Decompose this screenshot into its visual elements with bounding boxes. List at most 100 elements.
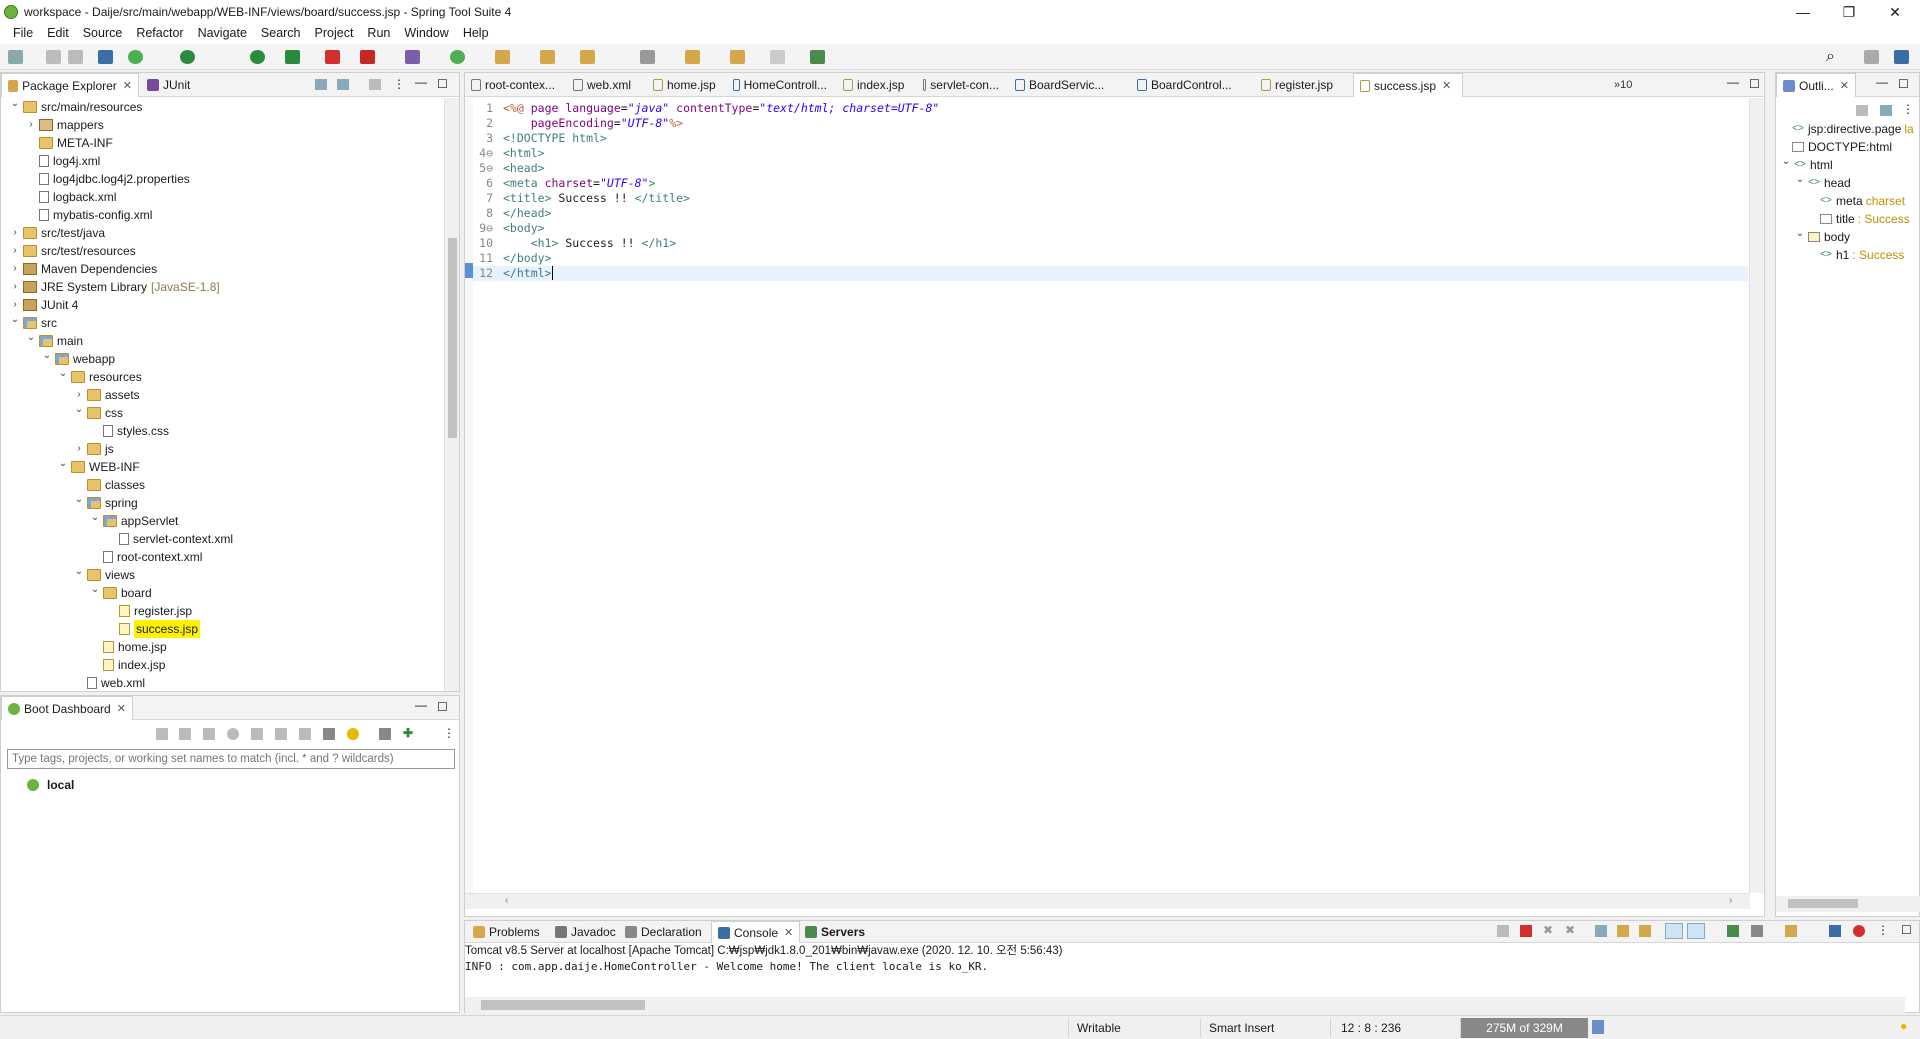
view-menu-icon[interactable]: ⋮	[1877, 923, 1889, 937]
tree-row[interactable]: register.jsp	[105, 602, 192, 620]
chevron-down-icon[interactable]: ⌄	[89, 509, 101, 527]
show-on-stderr-icon[interactable]	[1687, 923, 1705, 939]
chevron-down-icon[interactable]: ⌄	[73, 401, 85, 419]
editor-tab[interactable]: BoardControl...	[1131, 73, 1251, 97]
chevron-right-icon[interactable]: ›	[73, 440, 85, 458]
menu-project[interactable]: Project	[308, 26, 361, 40]
outline-row[interactable]: ⌄ <> html	[1780, 156, 1833, 174]
tree-row[interactable]: › src/test/resources	[9, 242, 135, 260]
close-icon[interactable]: ✕	[1840, 79, 1849, 92]
remove-launch-icon[interactable]: ✖	[1543, 923, 1553, 937]
outline-row[interactable]: <> h1: Success	[1820, 246, 1904, 264]
chevron-down-icon[interactable]: ⌄	[1794, 225, 1806, 243]
tree-row[interactable]: success.jsp	[105, 620, 201, 638]
tree-row[interactable]: › mappers	[25, 116, 103, 134]
tab-declaration[interactable]: Declaration	[619, 921, 708, 943]
code-line[interactable]: 8 </head>	[473, 206, 1748, 221]
menu-run[interactable]: Run	[360, 26, 397, 40]
minimize-view-icon[interactable]: —	[415, 75, 427, 89]
tree-row[interactable]: ⌄ appServlet	[89, 509, 179, 530]
code-line[interactable]: 9⊖ <body>	[473, 221, 1748, 236]
open-perspective-icon[interactable]	[1864, 50, 1879, 64]
link-editor-icon[interactable]	[337, 79, 349, 90]
filters-icon[interactable]	[369, 79, 381, 90]
tab-boot-dashboard[interactable]: Boot Dashboard ✕	[1, 696, 133, 720]
chevron-right-icon[interactable]: ›	[25, 116, 37, 134]
new-java-icon[interactable]	[450, 50, 465, 64]
remove-all-icon[interactable]: ✖	[1565, 923, 1575, 937]
clear-console-icon[interactable]	[1595, 925, 1607, 937]
close-window-button[interactable]: ✕	[1872, 0, 1918, 24]
stop-icon[interactable]	[1520, 925, 1532, 937]
tree-row[interactable]: META-INF	[25, 134, 113, 152]
tree-row[interactable]: index.jsp	[89, 656, 165, 674]
scroll-right-icon[interactable]: ›	[1729, 895, 1732, 906]
restart-icon[interactable]	[179, 728, 191, 740]
tab-javadoc[interactable]: Javadoc	[549, 921, 622, 943]
chevron-down-icon[interactable]: ⌄	[9, 311, 21, 329]
columns-icon[interactable]	[323, 728, 335, 740]
sort-icon[interactable]	[1856, 105, 1868, 116]
external-tools-icon[interactable]	[360, 50, 375, 64]
explorer-scrollbar[interactable]	[444, 98, 459, 691]
start-icon[interactable]	[156, 728, 168, 740]
chevron-right-icon[interactable]: ›	[9, 242, 21, 260]
menu-edit[interactable]: Edit	[40, 26, 76, 40]
save-icon[interactable]	[46, 50, 61, 64]
tree-row[interactable]: ⌄ css	[73, 404, 123, 422]
tree-row[interactable]: ⌄ resources	[57, 368, 142, 386]
maximize-view-icon[interactable]: ☐	[437, 77, 448, 91]
chevron-down-icon[interactable]: ⌄	[25, 329, 37, 347]
open-console-icon[interactable]	[1785, 925, 1797, 937]
editor-tab[interactable]: home.jsp	[647, 73, 723, 97]
open-type-icon[interactable]	[495, 50, 510, 64]
debug-icon[interactable]	[227, 728, 239, 740]
tree-row[interactable]: ⌄ spring	[73, 494, 138, 512]
next-annotation-icon[interactable]	[640, 50, 655, 64]
tree-row[interactable]: web.xml	[73, 674, 145, 691]
boot-console-icon[interactable]	[1853, 925, 1865, 937]
outline-row[interactable]: DOCTYPE:html	[1792, 138, 1892, 156]
java-ee-perspective-icon[interactable]	[1894, 50, 1909, 64]
editor-tab[interactable]: HomeControll...	[727, 73, 833, 97]
code-line[interactable]: 6 <meta charset="UTF-8">	[473, 176, 1748, 191]
code-line[interactable]: 4⊖ <html>	[473, 146, 1748, 161]
chevron-right-icon[interactable]: ›	[9, 260, 21, 278]
outline-row[interactable]: <> jsp:directive.page la	[1792, 120, 1914, 138]
outline-horizontal-scrollbar[interactable]	[1776, 896, 1920, 912]
pin-console-icon[interactable]	[1727, 925, 1739, 937]
code-line[interactable]: 2 pageEncoding="UTF-8"%>	[473, 116, 1748, 131]
display-console-icon[interactable]	[1751, 925, 1763, 937]
chevron-down-icon[interactable]: ⌄	[9, 98, 21, 113]
collapse-all-icon[interactable]	[1880, 105, 1892, 116]
maximize-button[interactable]: ❐	[1826, 0, 1872, 24]
tree-row[interactable]: › Maven Dependencies	[9, 260, 157, 278]
lightbulb-icon[interactable]	[347, 728, 359, 740]
code-line[interactable]: 5⊖ <head>	[473, 161, 1748, 176]
tree-row[interactable]: ⌄ board	[89, 584, 152, 602]
view-menu-icon[interactable]: ⋮	[443, 726, 455, 740]
editor-tab[interactable]: success.jsp ✕	[1353, 73, 1463, 97]
terminate-icon[interactable]	[1497, 925, 1509, 937]
tree-row[interactable]: ⌄ views	[73, 566, 135, 584]
tab-junit[interactable]: JUnit	[141, 73, 196, 97]
collapse-all-icon[interactable]	[315, 79, 327, 90]
chevron-down-icon[interactable]: ⌄	[89, 581, 101, 599]
tree-row[interactable]: log4jdbc.log4j2.properties	[25, 170, 190, 188]
tree-row[interactable]: logback.xml	[25, 188, 116, 206]
console-horizontal-scrollbar[interactable]	[465, 997, 1905, 1013]
scroll-lock-icon[interactable]	[1617, 925, 1629, 937]
maximize-view-icon[interactable]: ☐	[1901, 923, 1912, 937]
close-icon[interactable]: ✕	[117, 702, 126, 715]
editor-tab[interactable]: register.jsp	[1255, 73, 1349, 97]
view-menu-icon[interactable]: ⋮	[1902, 102, 1914, 116]
chevron-right-icon[interactable]: ›	[9, 224, 21, 242]
terminal-icon[interactable]	[98, 50, 113, 64]
tree-row[interactable]: ⌄ src/main/resources	[9, 98, 143, 116]
add-icon[interactable]: ✚	[403, 726, 413, 740]
pin-editor-icon[interactable]	[810, 50, 825, 64]
forward-icon[interactable]	[770, 50, 785, 64]
search-icon[interactable]: ⌕	[1826, 49, 1841, 65]
tab-problems[interactable]: Problems	[467, 921, 546, 943]
menu-refactor[interactable]: Refactor	[129, 26, 190, 40]
